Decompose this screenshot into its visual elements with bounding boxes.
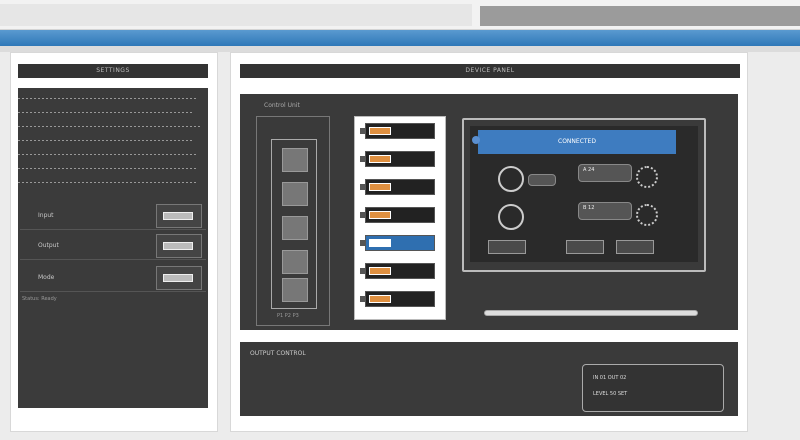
screen-button[interactable] xyxy=(488,240,526,254)
preset-stack xyxy=(271,139,317,309)
text-line xyxy=(18,112,194,113)
readout-b: B 12 xyxy=(578,202,632,220)
indicator-a xyxy=(528,174,556,186)
address-strip[interactable] xyxy=(0,4,472,26)
monitor: CONNECTED A 24 B 12 xyxy=(462,118,706,272)
preset-slot[interactable] xyxy=(282,182,308,206)
knob-a[interactable] xyxy=(498,166,524,192)
toggle-switch[interactable] xyxy=(360,207,435,223)
main-panel-title: DEVICE PANEL xyxy=(240,64,740,78)
left-panel-title: SETTINGS xyxy=(18,64,208,78)
knob-b[interactable] xyxy=(498,204,524,230)
preset-slot[interactable] xyxy=(282,216,308,240)
title-band xyxy=(0,30,800,46)
toggle-switch[interactable] xyxy=(360,151,435,167)
preset-label: P1 P2 P3 xyxy=(277,313,299,319)
text-line xyxy=(18,182,198,183)
screen-title: CONNECTED xyxy=(478,130,676,154)
dial-icon xyxy=(636,204,658,226)
setting-field[interactable] xyxy=(156,234,202,258)
text-line xyxy=(18,168,196,169)
toggle-switch[interactable] xyxy=(360,291,435,307)
toggle-switch-active[interactable] xyxy=(360,235,435,251)
box-line: LEVEL 50 SET xyxy=(593,391,628,397)
toggle-switch[interactable] xyxy=(360,263,435,279)
text-line xyxy=(18,98,198,99)
switch-column xyxy=(354,116,446,320)
bottom-label: OUTPUT CONTROL xyxy=(250,350,306,357)
setting-field[interactable] xyxy=(156,204,202,228)
left-panel: Input Output Mode Status: Ready xyxy=(18,88,208,408)
control-box[interactable]: IN 01 OUT 02 LEVEL 50 SET xyxy=(582,364,724,412)
toggle-switch[interactable] xyxy=(360,123,435,139)
device-panel: Control Unit P1 P2 P3 CONNECTED A 24 B 1… xyxy=(240,94,738,330)
setting-label: Output xyxy=(38,242,59,249)
info-icon xyxy=(472,136,480,144)
setting-field[interactable] xyxy=(156,266,202,290)
screen-button[interactable] xyxy=(566,240,604,254)
dial-icon xyxy=(636,166,658,188)
setting-label: Input xyxy=(38,212,54,219)
setting-row: Output xyxy=(20,232,206,260)
preset-slot[interactable] xyxy=(282,250,308,274)
text-line xyxy=(18,126,200,127)
bottom-panel: OUTPUT CONTROL IN 01 OUT 02 LEVEL 50 SET xyxy=(240,342,738,416)
search-strip[interactable] xyxy=(480,6,800,26)
box-line: IN 01 OUT 02 xyxy=(593,375,627,381)
preset-slot[interactable] xyxy=(282,278,308,302)
monitor-screen: CONNECTED A 24 B 12 xyxy=(470,126,698,262)
section-label: Control Unit xyxy=(264,102,300,109)
readout-a: A 24 xyxy=(578,164,632,182)
text-line xyxy=(18,140,194,141)
status-text: Status: Ready xyxy=(22,296,57,302)
text-line xyxy=(18,154,198,155)
slider-track[interactable] xyxy=(484,310,698,316)
preset-slot[interactable] xyxy=(282,148,308,172)
setting-label: Mode xyxy=(38,274,55,281)
top-bar xyxy=(0,0,800,30)
screen-button[interactable] xyxy=(616,240,654,254)
setting-row: Input xyxy=(20,202,206,230)
toggle-switch[interactable] xyxy=(360,179,435,195)
setting-row: Mode xyxy=(20,264,206,292)
preset-column: P1 P2 P3 xyxy=(256,116,330,326)
